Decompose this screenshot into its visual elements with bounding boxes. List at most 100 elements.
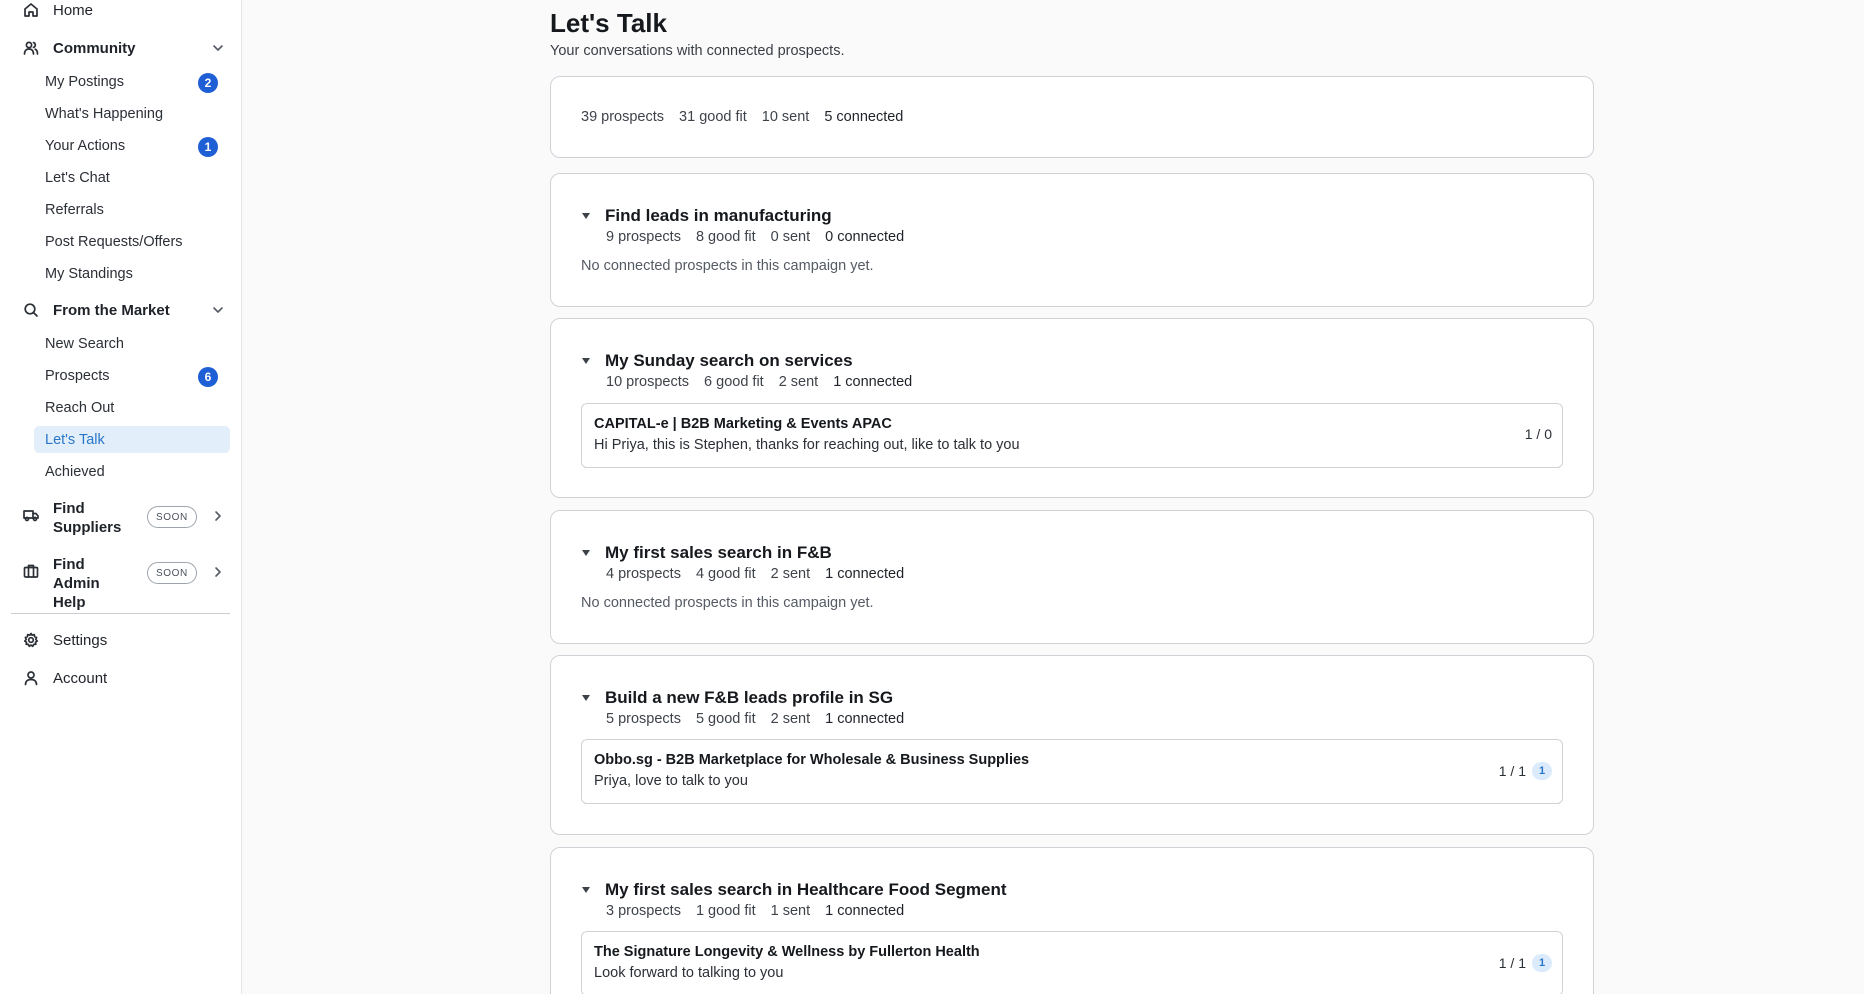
campaign-card: Find leads in manufacturing 9 prospects … (550, 173, 1594, 307)
caret-down-icon[interactable] (581, 356, 591, 366)
stat-prospects: 9 prospects (606, 229, 681, 245)
summary-card: 39 prospects 31 good fit 10 sent 5 conne… (550, 76, 1594, 158)
sidebar-item-reach-out[interactable]: Reach Out (34, 394, 230, 421)
stat-prospects: 39 prospects (581, 109, 665, 125)
campaign-card: My first sales search in Healthcare Food… (550, 847, 1594, 994)
sidebar-item-label: Post Requests/Offers (45, 233, 183, 250)
caret-down-icon[interactable] (581, 548, 591, 558)
empty-state-text: No connected prospects in this campaign … (581, 258, 874, 274)
sidebar-item-find-admin-help[interactable]: Find Admin Help SOON (11, 548, 230, 611)
campaign-title[interactable]: Build a new F&B leads profile in SG (605, 688, 893, 708)
sidebar: Home Community My Postings 2 What's Happ… (0, 0, 242, 994)
stat-good-fit: 5 good fit (695, 711, 756, 727)
campaign-title[interactable]: My Sunday search on services (605, 351, 853, 371)
sidebar-item-prospects[interactable]: Prospects 6 (34, 362, 230, 389)
summary-stats: 39 prospects 31 good fit 10 sent 5 conne… (581, 109, 918, 125)
sidebar-item-account[interactable]: Account (11, 662, 230, 694)
conversation-preview: Look forward to talking to you (594, 965, 784, 981)
stat-sent: 0 sent (770, 229, 811, 245)
sidebar-item-label: Your Actions (45, 137, 126, 154)
chevron-down-icon[interactable] (210, 40, 226, 56)
chevron-right-icon[interactable] (210, 564, 226, 580)
campaign-stats: 5 prospects 5 good fit 2 sent 1 connecte… (606, 711, 919, 727)
caret-down-icon[interactable] (581, 211, 591, 221)
truck-icon (23, 507, 39, 523)
message-count: 1 / 1 (1498, 763, 1526, 779)
sidebar-item-label: Referrals (45, 201, 104, 218)
stat-prospects: 10 prospects (606, 374, 690, 390)
unread-badge: 1 (1532, 954, 1552, 972)
campaign-stats: 3 prospects 1 good fit 1 sent 1 connecte… (606, 903, 919, 919)
stat-sent: 2 sent (770, 566, 811, 582)
campaign-stats: 4 prospects 4 good fit 2 sent 1 connecte… (606, 566, 919, 582)
chevron-down-icon[interactable] (210, 302, 226, 318)
stat-good-fit: 6 good fit (704, 374, 764, 390)
stat-good-fit: 1 good fit (695, 903, 756, 919)
stat-prospects: 3 prospects (606, 903, 681, 919)
campaign-title[interactable]: My first sales search in F&B (605, 543, 832, 563)
sidebar-item-label: Achieved (45, 463, 105, 480)
campaign-card: My first sales search in F&B 4 prospects… (550, 510, 1594, 644)
message-count: 1 / 0 (1524, 426, 1552, 442)
sidebar-item-label: Suppliers (53, 519, 122, 536)
stat-connected: 1 connected (833, 374, 913, 390)
campaign-stats: 9 prospects 8 good fit 0 sent 0 connecte… (606, 229, 919, 245)
sidebar-item-settings[interactable]: Settings (11, 624, 230, 656)
stat-connected: 1 connected (825, 903, 905, 919)
sidebar-item-your-actions[interactable]: Your Actions 1 (34, 132, 230, 159)
message-count: 1 / 1 (1498, 955, 1526, 971)
caret-down-icon[interactable] (581, 693, 591, 703)
sidebar-item-my-postings[interactable]: My Postings 2 (34, 68, 230, 95)
sidebar-item-label: Let's Talk (45, 431, 105, 448)
sidebar-section-community[interactable]: Community (11, 32, 230, 64)
campaign-title[interactable]: Find leads in manufacturing (605, 206, 832, 226)
caret-down-icon[interactable] (581, 885, 591, 895)
campaign-card: Build a new F&B leads profile in SG 5 pr… (550, 655, 1594, 835)
sidebar-item-achieved[interactable]: Achieved (34, 458, 230, 485)
user-icon (23, 670, 39, 686)
sidebar-item-label: My Standings (45, 265, 133, 282)
stat-connected: 1 connected (825, 711, 905, 727)
stat-sent: 1 sent (770, 903, 811, 919)
page-subtitle: Your conversations with connected prospe… (550, 43, 845, 59)
stat-good-fit: 4 good fit (695, 566, 756, 582)
users-icon (23, 40, 39, 56)
sidebar-item-find-suppliers[interactable]: Find Suppliers SOON (11, 492, 230, 542)
conversation-preview: Hi Priya, this is Stephen, thanks for re… (594, 437, 1020, 453)
conversation-item[interactable]: Obbo.sg - B2B Marketplace for Wholesale … (581, 739, 1563, 804)
sidebar-item-label: Let's Chat (45, 169, 110, 186)
sidebar-item-lets-talk[interactable]: Let's Talk (34, 426, 230, 453)
conversation-name: CAPITAL-e | B2B Marketing & Events APAC (594, 416, 892, 432)
sidebar-section-market[interactable]: From the Market (11, 294, 230, 326)
sidebar-item-lets-chat[interactable]: Let's Chat (34, 164, 230, 191)
stat-prospects: 4 prospects (606, 566, 681, 582)
page-title: Let's Talk (550, 8, 667, 38)
section-label: Community (53, 39, 136, 57)
sidebar-item-label: Find Admin (53, 556, 100, 592)
sidebar-item-referrals[interactable]: Referrals (34, 196, 230, 223)
conversation-name: Obbo.sg - B2B Marketplace for Wholesale … (594, 752, 1030, 768)
conversation-item[interactable]: The Signature Longevity & Wellness by Fu… (581, 931, 1563, 994)
briefcase-icon (23, 563, 39, 579)
sidebar-item-post-requests[interactable]: Post Requests/Offers (34, 228, 230, 255)
sidebar-item-home[interactable]: Home (11, 0, 230, 26)
sidebar-item-label: New Search (45, 335, 124, 352)
campaign-title[interactable]: My first sales search in Healthcare Food… (605, 880, 1007, 900)
sidebar-item-whats-happening[interactable]: What's Happening (34, 100, 230, 127)
sidebar-item-my-standings[interactable]: My Standings (34, 260, 230, 287)
unread-badge: 1 (1532, 762, 1552, 780)
stat-sent: 2 sent (778, 374, 819, 390)
empty-state-text: No connected prospects in this campaign … (581, 595, 874, 611)
gear-icon (23, 632, 39, 648)
conversation-preview: Priya, love to talk to you (594, 773, 748, 789)
search-icon (23, 302, 39, 318)
sidebar-item-label: Account (53, 669, 108, 687)
chevron-right-icon[interactable] (210, 508, 226, 524)
sidebar-item-new-search[interactable]: New Search (34, 330, 230, 357)
soon-badge: SOON (147, 562, 197, 584)
count-badge: 2 (198, 73, 218, 93)
conversation-item[interactable]: CAPITAL-e | B2B Marketing & Events APAC … (581, 403, 1563, 468)
sidebar-item-label: Settings (53, 631, 108, 649)
count-badge: 6 (198, 367, 218, 387)
sidebar-item-label: What's Happening (45, 105, 164, 122)
